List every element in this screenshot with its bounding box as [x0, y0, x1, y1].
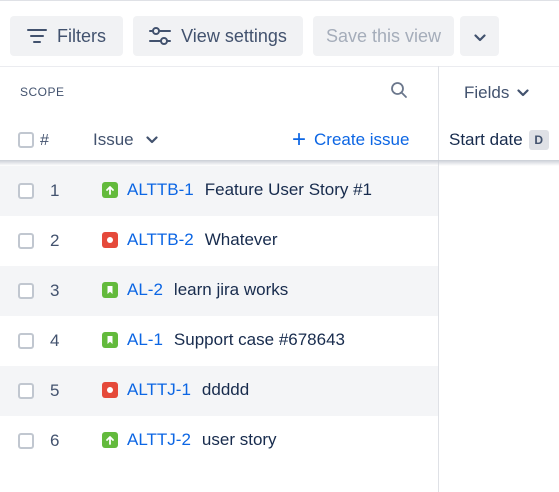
row-number: 4 [50, 331, 60, 350]
bookmark-icon [102, 282, 118, 298]
issue-column-label: Issue [93, 130, 134, 149]
table-row[interactable]: 4 AL-1 Support case #678643 [0, 316, 559, 366]
issue-summary[interactable]: ddddd [202, 380, 249, 400]
bookmark-icon [102, 332, 118, 348]
bug-dot-icon [102, 232, 118, 248]
row-checkbox[interactable] [18, 283, 34, 299]
issue-summary[interactable]: learn jira works [174, 280, 288, 300]
fields-label: Fields [464, 83, 510, 102]
number-column-header: # [40, 132, 49, 149]
view-settings-button[interactable]: View settings [133, 16, 303, 56]
row-checkbox[interactable] [18, 433, 34, 449]
row-checkbox[interactable] [18, 183, 34, 199]
issue-cell: ALTTJ-2 user story [102, 430, 277, 450]
filter-icon [27, 28, 47, 44]
fields-dropdown[interactable]: Fields [464, 83, 529, 103]
save-view-label: Save this view [325, 25, 442, 46]
row-number: 2 [50, 231, 60, 250]
top-divider [0, 0, 559, 1]
issue-summary[interactable]: Support case #678643 [174, 330, 345, 350]
bug-dot-icon [102, 382, 118, 398]
toolbar: Filters View settings Save this view [0, 6, 559, 66]
issue-key-link[interactable]: ALTTB-1 [127, 180, 194, 200]
table-row[interactable]: 2 ALTTB-2 Whatever [0, 216, 559, 266]
issue-key-link[interactable]: ALTTB-2 [127, 230, 194, 250]
table-row[interactable]: 5 ALTTJ-1 ddddd [0, 366, 559, 416]
issue-key-link[interactable]: ALTTJ-1 [127, 380, 191, 400]
row-number: 3 [50, 281, 60, 300]
issue-key-link[interactable]: AL-1 [127, 330, 163, 350]
issue-column-header[interactable]: Issue [93, 130, 158, 150]
create-issue-label: Create issue [314, 130, 410, 149]
date-type-badge: D [528, 130, 549, 150]
table-row[interactable]: 1 ALTTB-1 Feature User Story #1 [0, 166, 559, 216]
row-number: 6 [50, 431, 60, 450]
start-date-column-header[interactable]: Start date D [449, 130, 549, 150]
issue-cell: ALTTB-2 Whatever [102, 230, 278, 250]
issue-cell: ALTTJ-1 ddddd [102, 380, 249, 400]
issue-cell: AL-2 learn jira works [102, 280, 288, 300]
issue-key-link[interactable]: ALTTJ-2 [127, 430, 191, 450]
save-view-button[interactable]: Save this view [313, 16, 454, 56]
issue-summary[interactable]: Feature User Story #1 [205, 180, 372, 200]
plus-icon: + [292, 126, 307, 153]
chevron-down-icon [473, 26, 486, 47]
story-arrow-icon [102, 432, 118, 448]
create-issue-button[interactable]: + Create issue [292, 128, 409, 152]
select-all-checkbox[interactable] [18, 132, 34, 148]
issue-list: 1 ALTTB-1 Feature User Story #1 2 ALTTB-2 Wha… [0, 166, 559, 466]
row-number: 1 [50, 181, 60, 200]
filters-button[interactable]: Filters [10, 16, 123, 56]
view-settings-label: View settings [181, 25, 287, 46]
row-checkbox[interactable] [18, 383, 34, 399]
chevron-down-icon [517, 89, 529, 97]
story-arrow-icon [102, 182, 118, 198]
table-row[interactable]: 3 AL-2 learn jira works [0, 266, 559, 316]
scope-header: SCOPE Fields # Issue + Create issue Star… [0, 66, 559, 162]
sliders-icon [149, 27, 172, 45]
issue-key-link[interactable]: AL-2 [127, 280, 163, 300]
start-date-label: Start date [449, 130, 523, 149]
issue-cell: AL-1 Support case #678643 [102, 330, 345, 350]
row-checkbox[interactable] [18, 333, 34, 349]
table-row[interactable]: 6 ALTTJ-2 user story [0, 416, 559, 466]
issue-cell: ALTTB-1 Feature User Story #1 [102, 180, 372, 200]
chevron-down-icon [146, 136, 158, 144]
search-icon[interactable] [390, 81, 408, 104]
scope-label: SCOPE [20, 85, 65, 99]
issue-summary[interactable]: user story [202, 430, 277, 450]
row-number: 5 [50, 381, 60, 400]
row-checkbox[interactable] [18, 233, 34, 249]
issue-summary[interactable]: Whatever [205, 230, 278, 250]
more-options-button[interactable] [460, 16, 499, 56]
filters-label: Filters [57, 25, 106, 46]
